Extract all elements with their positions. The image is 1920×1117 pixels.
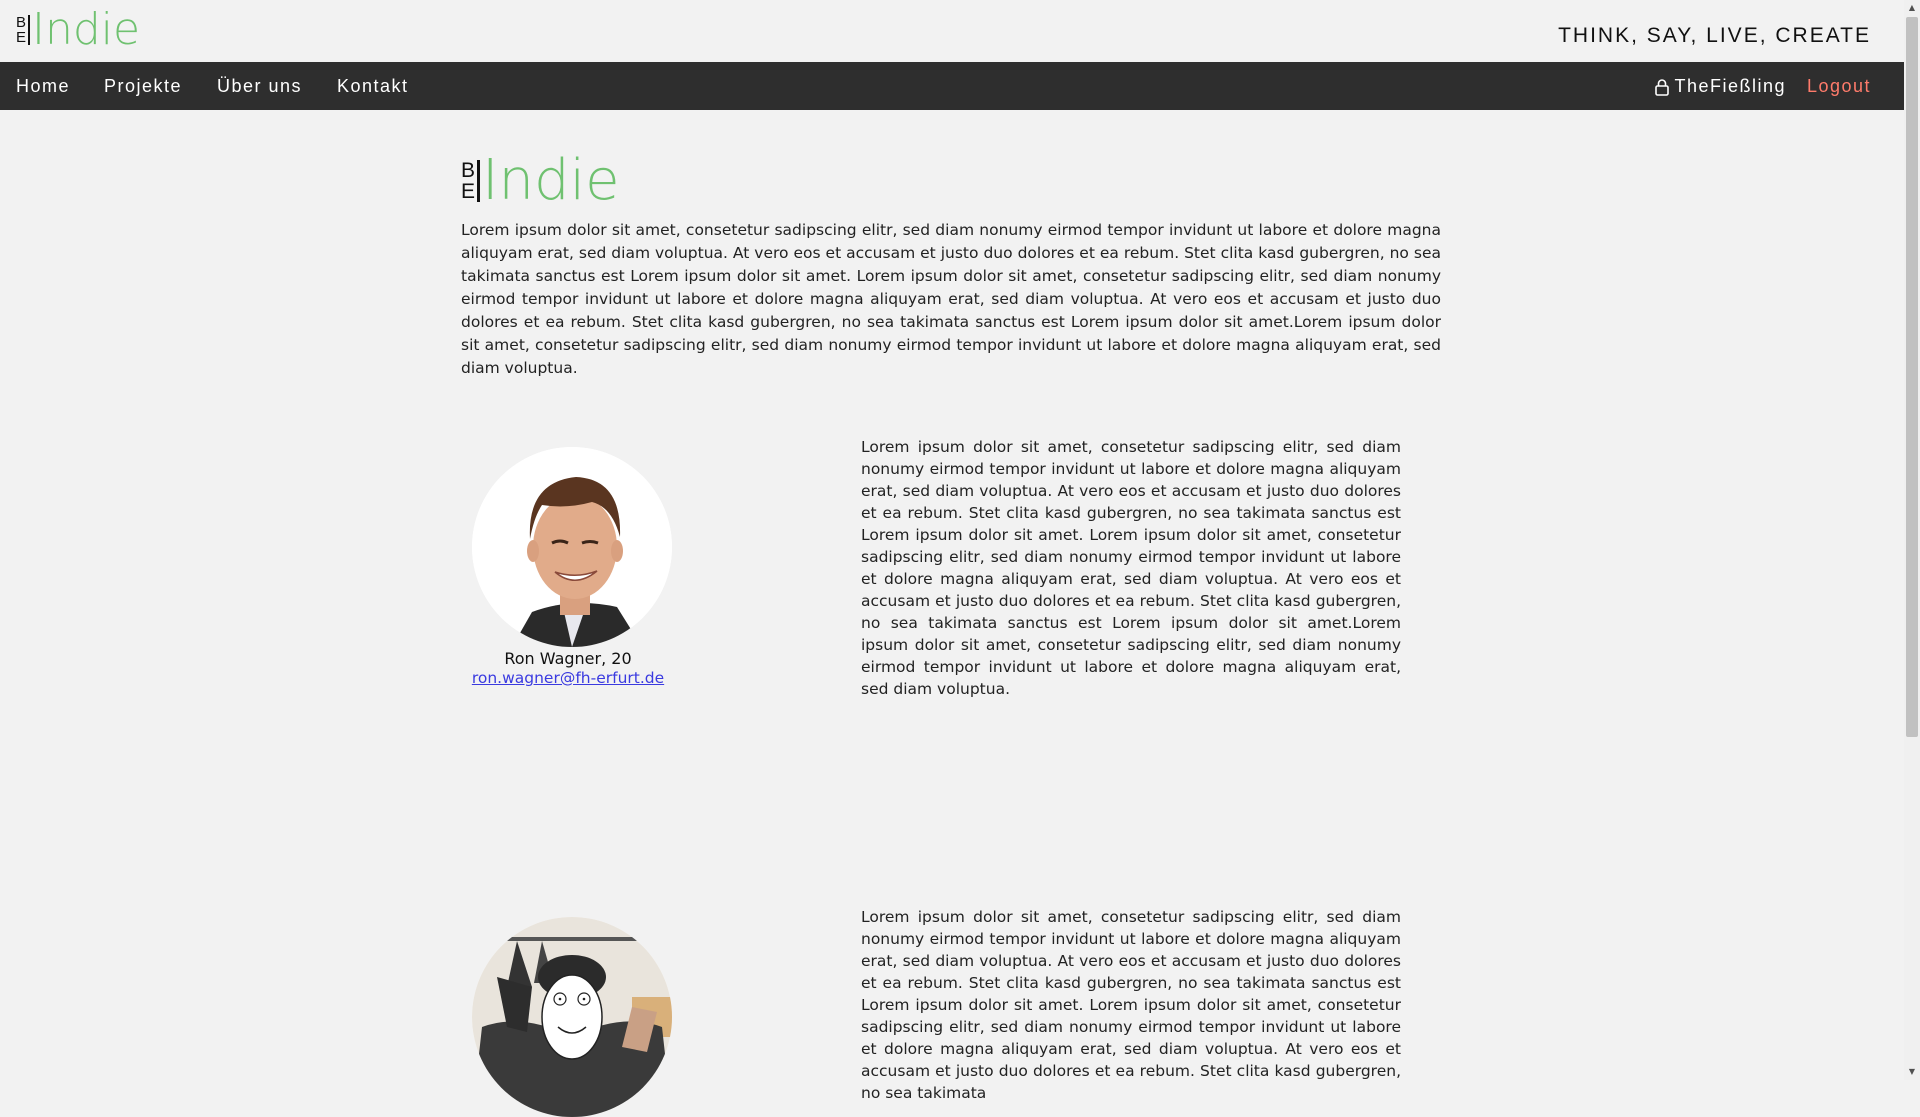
- member-name: Ron Wagner, 20: [504, 649, 632, 668]
- logo-be-bottom: E: [16, 29, 27, 46]
- vertical-scrollbar[interactable]: ▲ ▼: [1904, 0, 1920, 1080]
- content-logo-wordmark: Indie: [482, 148, 620, 213]
- logout-link[interactable]: Logout: [1807, 76, 1871, 97]
- nav-user-profile[interactable]: TheFießling: [1654, 76, 1786, 97]
- site-logo[interactable]: B E Indie: [16, 4, 141, 55]
- member-photo-2: [472, 917, 672, 1117]
- logo-be-top: B: [16, 14, 27, 31]
- logo-wordmark: Indie: [32, 4, 141, 55]
- member-bio: Lorem ipsum dolor sit amet, consetetur s…: [861, 438, 1401, 698]
- scrollbar-thumb[interactable]: [1906, 17, 1918, 737]
- top-header: B E Indie THINK, SAY, LIVE, CREATE: [0, 0, 1904, 62]
- arrow-down-icon[interactable]: ▼: [1907, 1067, 1917, 1077]
- nav-home[interactable]: Home: [16, 76, 70, 97]
- portrait-image-2: [472, 917, 672, 1117]
- user-lock-icon: [1655, 78, 1670, 96]
- member-photo-ron: [472, 447, 672, 647]
- content-logo: B E Indie: [461, 148, 620, 213]
- nav-ueber-uns[interactable]: Über uns: [217, 76, 302, 97]
- nav-projekte[interactable]: Projekte: [104, 76, 182, 97]
- member-email-link[interactable]: ron.wagner@fh-erfurt.de: [448, 669, 688, 687]
- logo-be-mark-large: B E: [461, 159, 481, 203]
- member-bio-2: Lorem ipsum dolor sit amet, consetetur s…: [861, 908, 1401, 1102]
- logo-be-mark: B E: [16, 14, 31, 46]
- main-navbar: Home Projekte Über uns Kontakt TheFießli…: [0, 62, 1904, 110]
- portrait-image: [472, 447, 672, 647]
- arrow-up-icon[interactable]: ▲: [1907, 3, 1917, 13]
- nav-kontakt[interactable]: Kontakt: [337, 76, 409, 97]
- nav-username: TheFießling: [1674, 76, 1786, 96]
- intro-text: Lorem ipsum dolor sit amet, consetetur s…: [461, 221, 1441, 377]
- logo-be-bottom-large: E: [461, 180, 476, 203]
- tagline: THINK, SAY, LIVE, CREATE: [1558, 24, 1871, 47]
- logo-be-top-large: B: [461, 159, 476, 182]
